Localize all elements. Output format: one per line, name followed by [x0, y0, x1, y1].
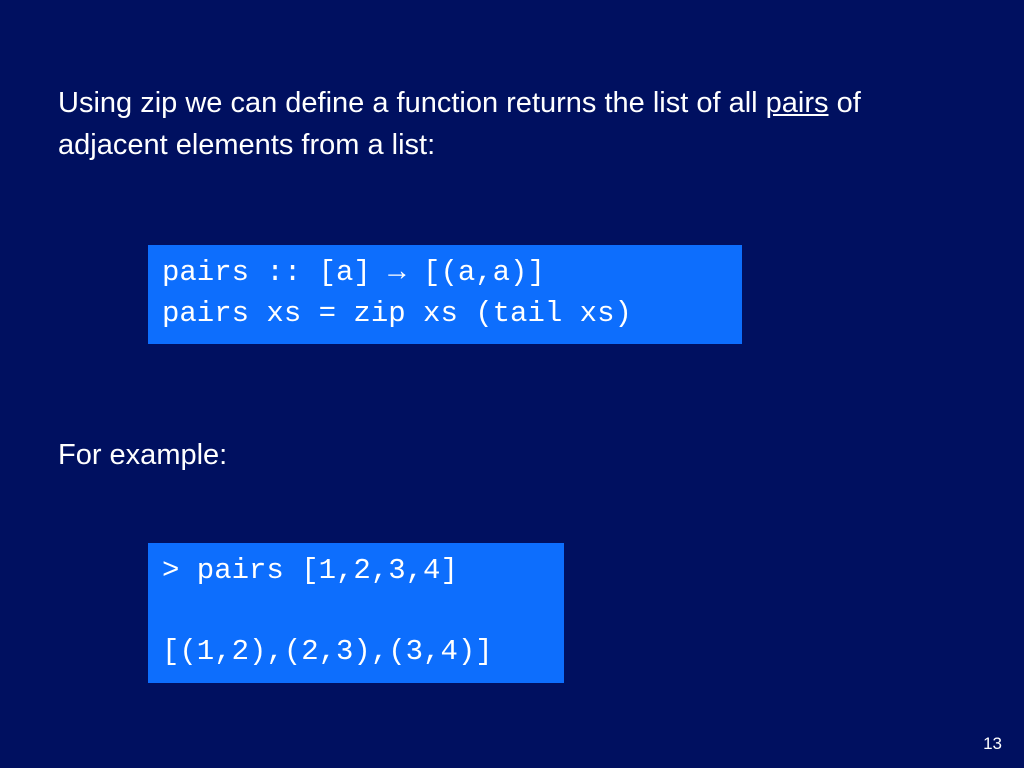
- code-example-text: > pairs [1,2,3,4] [(1,2),(2,3),(3,4)]: [162, 551, 550, 673]
- intro-text-pre: Using zip we can define a function retur…: [58, 87, 766, 119]
- page-number: 13: [983, 734, 1002, 754]
- example-label: For example:: [58, 434, 958, 476]
- slide: Using zip we can define a function retur…: [0, 0, 1024, 768]
- intro-text-underlined: pairs: [766, 87, 829, 119]
- code-block-example: > pairs [1,2,3,4] [(1,2),(2,3),(3,4)]: [148, 543, 564, 683]
- intro-paragraph: Using zip we can define a function retur…: [58, 82, 958, 166]
- code-definition-text: pairs :: [a] → [(a,a)] pairs xs = zip xs…: [162, 253, 728, 334]
- code-block-definition: pairs :: [a] → [(a,a)] pairs xs = zip xs…: [148, 245, 742, 344]
